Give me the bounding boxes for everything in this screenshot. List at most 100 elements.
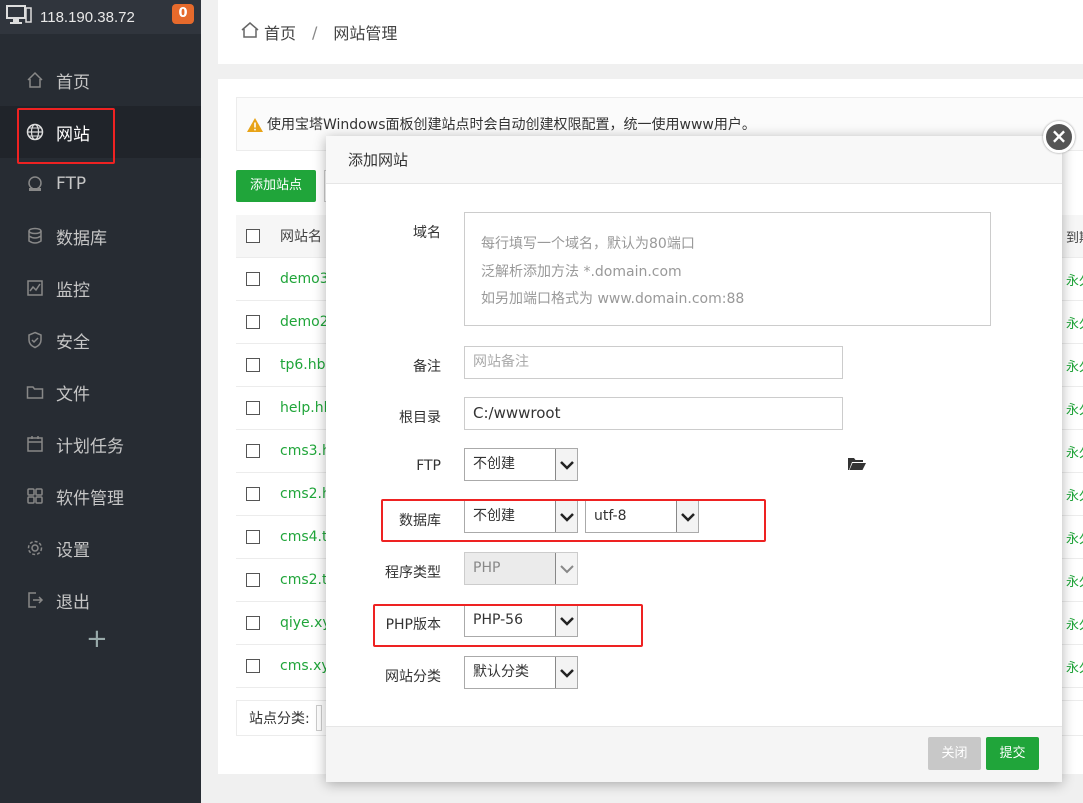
- breadcrumb-home[interactable]: 首页: [264, 20, 296, 44]
- database-highlight-box: [381, 499, 766, 542]
- program-type-select: PHP: [464, 552, 578, 585]
- sidebar-item-label: 监控: [56, 280, 90, 301]
- add-site-dialog: 添加网站 域名 每行填写一个域名，默认为80端口 泛解析添加方法 *.domai…: [326, 136, 1062, 782]
- row-checkbox[interactable]: [246, 573, 260, 587]
- column-header-end[interactable]: 到期: [1066, 227, 1083, 246]
- ftp-icon: [26, 175, 44, 193]
- dialog-footer: 关闭 提交: [326, 726, 1062, 782]
- server-ip: 118.190.38.72: [40, 8, 135, 26]
- site-category-select[interactable]: [315, 705, 322, 731]
- domain-placeholder-line: 泛解析添加方法 *.domain.com: [481, 263, 682, 280]
- chevron-down-icon: [555, 657, 577, 688]
- breadcrumb-current: 网站管理: [333, 24, 398, 43]
- site-name-link[interactable]: qiye.xy: [280, 615, 331, 631]
- site-category-label: 站点分类:: [249, 711, 310, 727]
- site-name-link[interactable]: tp6.hbs: [280, 357, 333, 373]
- row-checkbox[interactable]: [246, 444, 260, 458]
- site-expiry[interactable]: 永久: [1066, 528, 1083, 547]
- chevron-down-icon: [555, 449, 577, 480]
- home-icon: [26, 71, 44, 89]
- sidebar-item-security[interactable]: 安全: [0, 314, 201, 366]
- sidebar-item-label: FTP: [56, 174, 87, 194]
- domain-textarea[interactable]: 每行填写一个域名，默认为80端口 泛解析添加方法 *.domain.com 如另…: [464, 212, 991, 326]
- grid-icon: [26, 487, 44, 505]
- site-expiry[interactable]: 永久: [1066, 270, 1083, 289]
- program-type-value: PHP: [473, 560, 501, 576]
- site-name-link[interactable]: demo3: [280, 271, 329, 287]
- monitor-screen-icon: [6, 5, 32, 29]
- row-checkbox[interactable]: [246, 315, 260, 329]
- sidebar-item-files[interactable]: 文件: [0, 366, 201, 418]
- folder-icon: [26, 383, 44, 401]
- folder-open-icon[interactable]: [848, 457, 866, 475]
- sidebar-item-label: 文件: [56, 384, 90, 405]
- calendar-icon: [26, 435, 44, 453]
- site-expiry[interactable]: 永久: [1066, 485, 1083, 504]
- category-select[interactable]: 默认分类: [464, 656, 578, 689]
- row-checkbox[interactable]: [246, 487, 260, 501]
- column-header-name[interactable]: 网站名: [280, 226, 322, 246]
- notification-badge[interactable]: 0: [172, 4, 194, 24]
- row-checkbox[interactable]: [246, 530, 260, 544]
- remark-input[interactable]: 网站备注: [464, 346, 843, 379]
- sidebar-item-label: 设置: [56, 540, 90, 561]
- sidebar-item-settings[interactable]: 设置: [0, 522, 201, 574]
- highlight-box: [17, 108, 115, 164]
- domain-label: 域名: [413, 225, 441, 241]
- site-expiry[interactable]: 永久: [1066, 313, 1083, 332]
- row-checkbox[interactable]: [246, 616, 260, 630]
- site-name-link[interactable]: cms2.h: [280, 486, 331, 502]
- dialog-title: 添加网站: [326, 136, 1062, 184]
- domain-placeholder-line: 如另加端口格式为 www.domain.com:88: [481, 291, 745, 307]
- site-expiry[interactable]: 永久: [1066, 442, 1083, 461]
- ftp-select[interactable]: 不创建: [464, 448, 578, 481]
- warning-icon: [247, 118, 263, 136]
- add-shortcut-button[interactable]: +: [86, 624, 108, 654]
- add-site-button[interactable]: 添加站点: [236, 170, 316, 202]
- row-checkbox[interactable]: [246, 401, 260, 415]
- program-type-label: 程序类型: [385, 565, 441, 581]
- category-value: 默认分类: [473, 664, 529, 680]
- sidebar-item-label: 计划任务: [56, 436, 124, 457]
- close-button[interactable]: 关闭: [928, 737, 981, 770]
- monitor-icon: [26, 279, 44, 297]
- sidebar-item-software[interactable]: 软件管理: [0, 470, 201, 522]
- row-checkbox[interactable]: [246, 272, 260, 286]
- row-checkbox[interactable]: [246, 358, 260, 372]
- chevron-down-icon: [555, 553, 577, 584]
- sidebar-item-database[interactable]: 数据库: [0, 210, 201, 262]
- breadcrumb: 首页 / 网站管理: [218, 0, 1083, 64]
- ftp-select-value: 不创建: [473, 456, 515, 472]
- sidebar-item-ftp[interactable]: FTP: [0, 158, 201, 210]
- modal-close-icon[interactable]: ×: [1043, 121, 1075, 153]
- category-label: 网站分类: [385, 669, 441, 685]
- sidebar-nav: 首页 网站 FTP 数据库 监控 安全 文件 计划任务 软件管理 设置 退出: [0, 54, 201, 626]
- shield-icon: [26, 331, 44, 349]
- sidebar-item-label: 首页: [56, 72, 90, 93]
- sidebar-item-monitor[interactable]: 监控: [0, 262, 201, 314]
- sidebar-item-cron[interactable]: 计划任务: [0, 418, 201, 470]
- sidebar-item-label: 软件管理: [56, 488, 124, 509]
- gear-icon: [26, 539, 44, 557]
- server-header: 118.190.38.72 0: [0, 0, 201, 34]
- select-all-checkbox[interactable]: [246, 229, 260, 243]
- site-name-link[interactable]: cms3.h: [280, 443, 331, 459]
- site-expiry[interactable]: 永久: [1066, 657, 1083, 676]
- sidebar-item-logout[interactable]: 退出: [0, 574, 201, 626]
- remark-label: 备注: [413, 359, 441, 375]
- site-expiry[interactable]: 永久: [1066, 399, 1083, 418]
- breadcrumb-separator: /: [312, 22, 318, 42]
- row-checkbox[interactable]: [246, 659, 260, 673]
- site-name-link[interactable]: demo2: [280, 314, 329, 330]
- site-expiry[interactable]: 永久: [1066, 356, 1083, 375]
- site-expiry[interactable]: 永久: [1066, 614, 1083, 633]
- ftp-label: FTP: [416, 458, 441, 474]
- site-expiry[interactable]: 永久: [1066, 571, 1083, 590]
- submit-button[interactable]: 提交: [986, 737, 1039, 770]
- sidebar-item-website[interactable]: 网站: [0, 106, 201, 164]
- sidebar-item-home[interactable]: 首页: [0, 54, 201, 106]
- logout-icon: [26, 591, 44, 609]
- root-dir-input[interactable]: C:/wwwroot: [464, 397, 843, 430]
- site-name-link[interactable]: help.hb: [280, 400, 332, 416]
- sidebar-item-label: 安全: [56, 332, 90, 353]
